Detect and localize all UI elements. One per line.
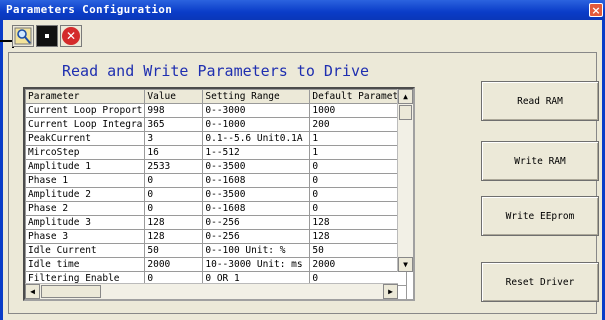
column-header[interactable]: Setting Range xyxy=(202,89,311,104)
table-cell: 0 xyxy=(309,173,407,188)
table-cell: MircoStep xyxy=(25,145,146,160)
table-row[interactable]: PeakCurrent 3 0.1--5.6 Unit0.1A 1 xyxy=(25,131,407,146)
table-row[interactable]: Current Loop Integra 365 0--1000 200 xyxy=(25,117,407,132)
scroll-down-button[interactable]: ▼ xyxy=(398,257,413,272)
column-header[interactable]: Default Paramete xyxy=(309,89,407,104)
parameter-grid[interactable]: Parameter Value Setting Range Default Pa… xyxy=(23,87,415,301)
toolbar: ✕ xyxy=(12,25,82,47)
table-cell: 0--1000 xyxy=(202,117,311,132)
table-cell: Amplitude 3 xyxy=(25,215,146,230)
table-row[interactable]: Phase 3 128 0--256 128 xyxy=(25,229,407,244)
table-cell[interactable]: 50 xyxy=(144,243,204,258)
exit-button[interactable]: ✕ xyxy=(60,25,82,47)
table-cell: 0--3000 xyxy=(202,103,311,118)
table-cell: Amplitude 1 xyxy=(25,159,146,174)
stop-icon xyxy=(45,34,49,38)
table-cell[interactable]: 2533 xyxy=(144,159,204,174)
table-cell[interactable]: 0 xyxy=(144,201,204,216)
table-cell: Amplitude 2 xyxy=(25,187,146,202)
table-cell[interactable]: 2000 xyxy=(144,257,204,272)
table-cell: 0.1--5.6 Unit0.1A xyxy=(202,131,311,146)
table-cell: Phase 3 xyxy=(25,229,146,244)
title-bar[interactable]: Parameters Configuration × xyxy=(0,0,605,20)
table-cell: 128 xyxy=(309,215,407,230)
table-row[interactable]: Phase 2 0 0--1608 0 xyxy=(25,201,407,216)
column-header[interactable]: Parameter xyxy=(25,89,146,104)
table-cell: 0--3500 xyxy=(202,159,311,174)
vertical-scrollbar[interactable]: ▲ ▼ xyxy=(397,89,413,272)
table-header-row: Parameter Value Setting Range Default Pa… xyxy=(25,89,407,104)
table-row[interactable]: Amplitude 3 128 0--256 128 xyxy=(25,215,407,230)
table-row[interactable]: Idle time 2000 10--3000 Unit: ms 2000 xyxy=(25,257,407,272)
column-header[interactable]: Value xyxy=(144,89,204,104)
window-title: Parameters Configuration xyxy=(6,3,173,16)
table-cell: 0 xyxy=(309,201,407,216)
table-row[interactable]: MircoStep 16 1--512 1 xyxy=(25,145,407,160)
table-cell: 0--3500 xyxy=(202,187,311,202)
table-cell: Idle time xyxy=(25,257,146,272)
table-cell: 1000 xyxy=(309,103,407,118)
table-cell: Phase 1 xyxy=(25,173,146,188)
window-close-button[interactable]: × xyxy=(589,3,603,17)
table-cell[interactable]: 365 xyxy=(144,117,204,132)
table-cell: 0 xyxy=(309,159,407,174)
table-cell: 1--512 xyxy=(202,145,311,160)
table-cell: Phase 2 xyxy=(25,201,146,216)
table-cell: 0--100 Unit: % xyxy=(202,243,311,258)
scroll-left-button[interactable]: ◀ xyxy=(25,284,40,299)
table-row[interactable]: Current Loop Proport 998 0--3000 1000 xyxy=(25,103,407,118)
table-cell[interactable]: 998 xyxy=(144,103,204,118)
scroll-right-button[interactable]: ▶ xyxy=(383,284,398,299)
table-cell[interactable]: 3 xyxy=(144,131,204,146)
table-row[interactable]: Phase 1 0 0--1608 0 xyxy=(25,173,407,188)
read-ram-button[interactable]: Read RAM xyxy=(481,81,599,121)
table-cell: 128 xyxy=(309,229,407,244)
table-cell: 50 xyxy=(309,243,407,258)
table-cell: 10--3000 Unit: ms xyxy=(202,257,311,272)
vertical-scroll-thumb[interactable] xyxy=(399,105,412,120)
magnifier-icon xyxy=(14,27,32,45)
table-cell[interactable]: 0 xyxy=(144,187,204,202)
table-cell: Current Loop Proport xyxy=(25,103,146,118)
horizontal-scrollbar[interactable]: ◀ ▶ xyxy=(25,283,398,299)
table-cell: 0 xyxy=(309,187,407,202)
table-cell[interactable]: 128 xyxy=(144,215,204,230)
table-cell: 0--256 xyxy=(202,215,311,230)
table-cell[interactable]: 16 xyxy=(144,145,204,160)
table-cell: PeakCurrent xyxy=(25,131,146,146)
write-ram-button[interactable]: Write RAM xyxy=(481,141,599,181)
reset-driver-button[interactable]: Reset Driver xyxy=(481,262,599,302)
horizontal-scroll-thumb[interactable] xyxy=(41,285,101,298)
page-title: Read and Write Parameters to Drive xyxy=(62,62,370,80)
table-cell: 0--256 xyxy=(202,229,311,244)
parameter-table: Parameter Value Setting Range Default Pa… xyxy=(25,89,407,299)
table-cell: 200 xyxy=(309,117,407,132)
search-button[interactable] xyxy=(12,25,34,47)
stop-button[interactable] xyxy=(36,25,58,47)
scroll-up-button[interactable]: ▲ xyxy=(398,89,413,104)
table-cell: Idle Current xyxy=(25,243,146,258)
table-cell: 0--1608 xyxy=(202,201,311,216)
table-row[interactable]: Idle Current 50 0--100 Unit: % 50 xyxy=(25,243,407,258)
table-row[interactable]: Amplitude 2 0 0--3500 0 xyxy=(25,187,407,202)
table-cell[interactable]: 0 xyxy=(144,173,204,188)
table-cell[interactable]: 128 xyxy=(144,229,204,244)
write-eeprom-button[interactable]: Write EEprom xyxy=(481,196,599,236)
table-cell: Current Loop Integra xyxy=(25,117,146,132)
table-cell: 1 xyxy=(309,131,407,146)
table-row[interactable]: Amplitude 1 2533 0--3500 0 xyxy=(25,159,407,174)
table-cell: 1 xyxy=(309,145,407,160)
table-cell: 0--1608 xyxy=(202,173,311,188)
table-cell: 2000 xyxy=(309,257,407,272)
close-circle-icon: ✕ xyxy=(62,27,80,45)
